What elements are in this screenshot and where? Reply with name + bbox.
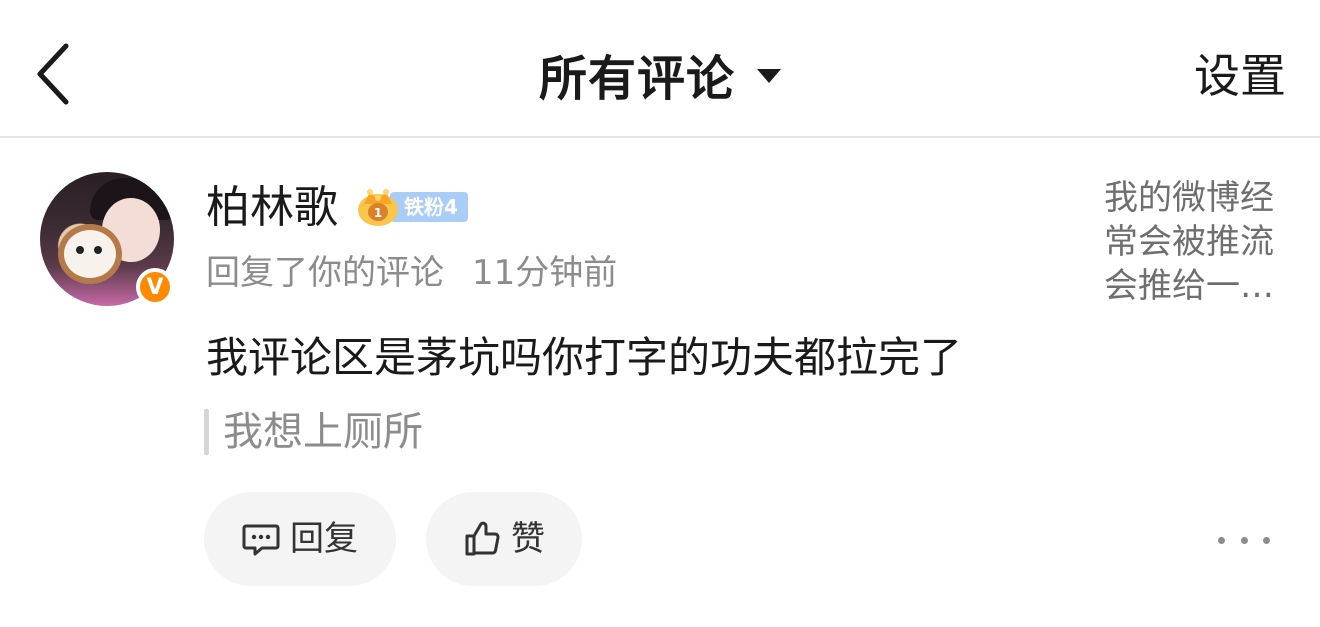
notification-page: 所有评论 设置 V 柏林歌 1 铁粉4 回复了你的评论 11分钟前 我评论区是茅坑… [0, 0, 1320, 627]
original-post-preview[interactable]: 我的微博经常会被推流会推给一… [1104, 176, 1282, 308]
comment-filter-dropdown[interactable]: 所有评论 [0, 42, 1320, 107]
action-text: 回复了你的评论 [206, 253, 444, 293]
reply-button[interactable]: 回复 [204, 492, 396, 586]
more-options-icon[interactable] [1218, 524, 1270, 556]
svg-text:1: 1 [374, 206, 382, 220]
avatar[interactable]: V [40, 172, 174, 306]
settings-button[interactable]: 设置 [1194, 46, 1286, 106]
reply-label: 回复 [290, 519, 358, 559]
caret-down-icon [757, 69, 781, 83]
fan-level-label: 铁粉4 [390, 192, 468, 222]
page-title: 所有评论 [538, 51, 735, 107]
fan-badge[interactable]: 1 铁粉4 [356, 186, 468, 228]
like-label: 赞 [511, 519, 545, 559]
thumbs-up-icon [465, 521, 500, 556]
username[interactable]: 柏林歌 [206, 180, 338, 236]
verified-badge-icon: V [136, 268, 174, 306]
like-button[interactable]: 赞 [426, 492, 582, 586]
top-bar: 所有评论 设置 [0, 0, 1320, 138]
comment-text[interactable]: 我评论区是茅坑吗你打字的功夫都拉完了 [206, 330, 962, 386]
comment-meta: 回复了你的评论 11分钟前 [206, 250, 617, 296]
timestamp: 11分钟前 [472, 253, 618, 293]
quoted-text: 我想上厕所 [223, 409, 423, 455]
quote-bar [204, 409, 209, 455]
comment-icon [242, 524, 280, 556]
crown-icon: 1 [358, 189, 398, 226]
quoted-comment[interactable]: 我想上厕所 [204, 408, 423, 456]
